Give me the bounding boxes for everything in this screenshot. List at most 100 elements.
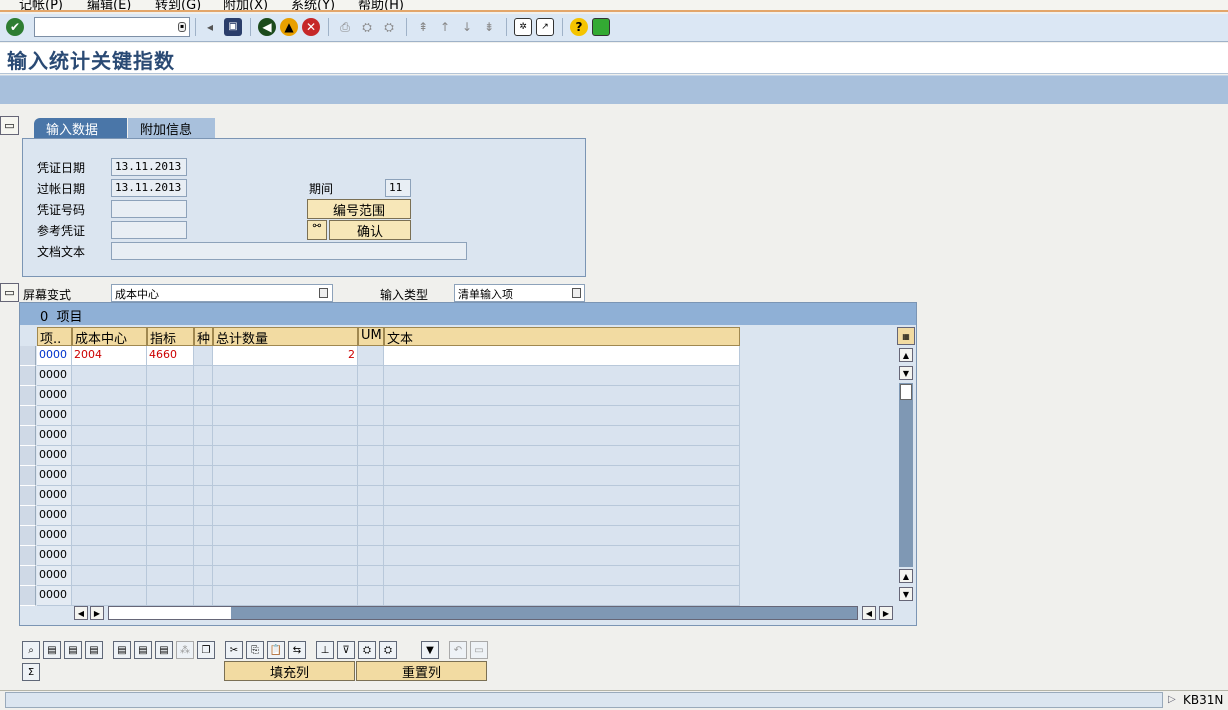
scroll-up-icon[interactable]: ▲	[899, 348, 913, 362]
table-cell-kind[interactable]	[194, 386, 213, 406]
number-range-button[interactable]: 编号范围	[307, 199, 411, 219]
dropdown-icon[interactable]	[319, 288, 328, 298]
table-cell-quantity[interactable]	[213, 586, 358, 606]
column-header-kind[interactable]: 种	[194, 327, 213, 346]
table-cell-indicator[interactable]	[147, 506, 194, 526]
table-cell-cost-center[interactable]: 2004	[72, 346, 147, 366]
deselect-all-icon[interactable]: ▤	[85, 641, 103, 659]
table-cell-item[interactable]: 0000	[37, 386, 72, 406]
delete-row-icon[interactable]: ▤	[155, 641, 173, 659]
enter-icon[interactable]: ✔	[6, 18, 24, 36]
table-cell-kind[interactable]	[194, 566, 213, 586]
copy-row-disabled-icon[interactable]: ⁂	[176, 641, 194, 659]
table-cell-indicator[interactable]	[147, 406, 194, 426]
print-icon[interactable]: ⎙	[336, 18, 354, 36]
table-cell-kind[interactable]	[194, 426, 213, 446]
table-cell-indicator[interactable]	[147, 466, 194, 486]
menu-extras[interactable]: 附加(X)	[223, 0, 268, 10]
table-cell-kind[interactable]	[194, 346, 213, 366]
cancel-icon[interactable]: ✕	[302, 18, 320, 36]
sum-icon[interactable]: Σ	[22, 663, 40, 681]
row-selector[interactable]	[20, 526, 36, 546]
table-cell-quantity[interactable]	[213, 446, 358, 466]
help-icon[interactable]: ?	[570, 18, 588, 36]
table-cell-indicator[interactable]	[147, 426, 194, 446]
menu-edit[interactable]: 编辑(E)	[87, 0, 131, 10]
table-cell-text[interactable]	[384, 426, 740, 446]
table-cell-kind[interactable]	[194, 486, 213, 506]
table-cell-quantity[interactable]	[213, 526, 358, 546]
table-cell-cost-center[interactable]	[72, 486, 147, 506]
command-field[interactable]	[34, 17, 190, 37]
table-cell-quantity[interactable]: 2	[213, 346, 358, 366]
scroll-page-up-icon[interactable]: ▲	[899, 569, 913, 583]
first-page-icon[interactable]: ⇞	[414, 18, 432, 36]
table-cell-item[interactable]: 0000	[37, 426, 72, 446]
column-header-text[interactable]: 文本	[384, 327, 740, 346]
row-selector[interactable]	[20, 566, 36, 586]
table-cell-um[interactable]	[358, 466, 384, 486]
table-cell-kind[interactable]	[194, 506, 213, 526]
tab-input-data[interactable]: 输入数据	[34, 118, 127, 138]
scroll-page-down-icon[interactable]: ▼	[899, 587, 913, 601]
menu-goto[interactable]: 转到(G)	[155, 0, 201, 10]
table-cell-kind[interactable]	[194, 526, 213, 546]
row-selector[interactable]	[20, 586, 36, 606]
table-cell-indicator[interactable]	[147, 366, 194, 386]
shortcut-icon[interactable]: ↗	[536, 18, 554, 36]
table-cell-quantity[interactable]	[213, 546, 358, 566]
duplicate-icon[interactable]: ❐	[197, 641, 215, 659]
table-cell-quantity[interactable]	[213, 486, 358, 506]
find-icon[interactable]: ⛭	[358, 641, 376, 659]
select-block-icon[interactable]: ▤	[64, 641, 82, 659]
table-cell-text[interactable]	[384, 366, 740, 386]
scroll-left-icon[interactable]: ◀	[74, 606, 88, 620]
tab-additional-info[interactable]: 附加信息	[128, 118, 215, 138]
menu-system[interactable]: 系统(Y)	[291, 0, 335, 10]
layout-icon[interactable]	[592, 18, 610, 36]
vertical-scrollbar-thumb[interactable]	[900, 384, 912, 400]
table-cell-um[interactable]	[358, 346, 384, 366]
toggle-header-icon[interactable]: ▭	[0, 116, 19, 135]
filter-icon[interactable]: ⊽	[337, 641, 355, 659]
table-cell-um[interactable]	[358, 446, 384, 466]
row-selector[interactable]	[20, 346, 36, 366]
table-cell-item[interactable]: 0000	[37, 446, 72, 466]
column-header-cost-center[interactable]: 成本中心	[72, 327, 147, 346]
table-cell-text[interactable]	[384, 486, 740, 506]
exit-icon[interactable]: ▲	[280, 18, 298, 36]
back-arrow-icon[interactable]: ◂	[201, 18, 219, 36]
ref-doc-field[interactable]	[111, 221, 187, 239]
table-cell-text[interactable]	[384, 446, 740, 466]
paste-append-icon[interactable]: ⇆	[288, 641, 306, 659]
row-selector[interactable]	[20, 546, 36, 566]
table-cell-cost-center[interactable]	[72, 546, 147, 566]
table-cell-quantity[interactable]	[213, 506, 358, 526]
screen-variant-select[interactable]: 成本中心	[111, 284, 333, 302]
doc-number-field[interactable]	[111, 200, 187, 218]
table-cell-um[interactable]	[358, 386, 384, 406]
table-cell-indicator[interactable]	[147, 566, 194, 586]
table-cell-item[interactable]: 0000	[37, 506, 72, 526]
table-cell-text[interactable]	[384, 466, 740, 486]
table-cell-text[interactable]	[384, 406, 740, 426]
toggle-table-icon[interactable]: ▭	[0, 283, 19, 302]
scroll-right-icon[interactable]: ▶	[90, 606, 104, 620]
menu-posting[interactable]: 记帐(P)	[19, 0, 63, 10]
scroll-far-left-icon[interactable]: ◀	[862, 606, 876, 620]
table-cell-cost-center[interactable]	[72, 366, 147, 386]
row-selector[interactable]	[20, 406, 36, 426]
row-selector[interactable]	[20, 446, 36, 466]
table-cell-item[interactable]: 0000	[37, 526, 72, 546]
row-selector[interactable]	[20, 426, 36, 446]
save-icon[interactable]: ▣	[224, 18, 242, 36]
prev-page-icon[interactable]: ↑	[436, 18, 454, 36]
table-cell-quantity[interactable]	[213, 386, 358, 406]
row-selector[interactable]	[20, 386, 36, 406]
table-cell-text[interactable]	[384, 346, 740, 366]
column-header-total-quantity[interactable]: 总计数量	[213, 327, 358, 346]
column-header-indicator[interactable]: 指标	[147, 327, 194, 346]
row-selector[interactable]	[20, 466, 36, 486]
select-all-icon[interactable]: ▤	[43, 641, 61, 659]
scroll-down-icon[interactable]: ▼	[899, 366, 913, 380]
